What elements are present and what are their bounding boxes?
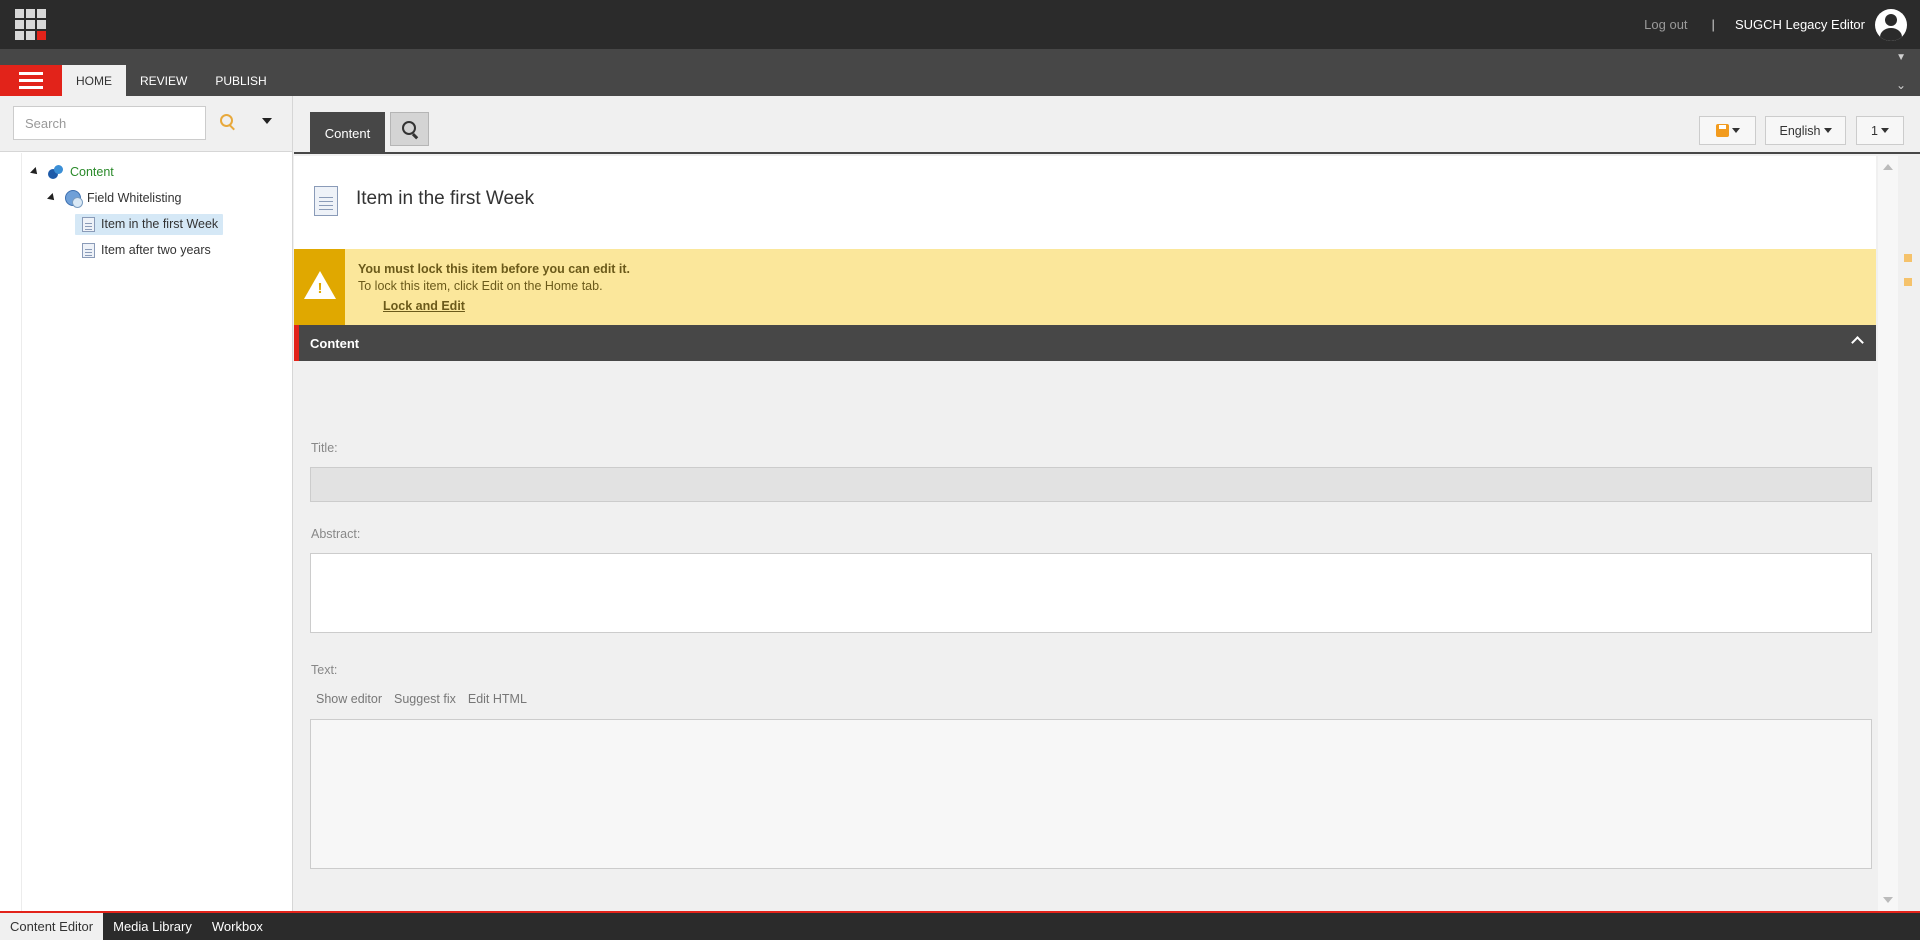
save-dropdown-button[interactable] (1699, 116, 1756, 145)
validation-marker[interactable] (1904, 278, 1912, 286)
warning-title: You must lock this item before you can e… (358, 262, 631, 276)
tree-item-field-whitelisting[interactable]: Field Whitelisting (47, 187, 181, 209)
ribbon-tabs: HOME REVIEW PUBLISH (62, 65, 281, 96)
chevron-down-icon (1823, 128, 1832, 133)
chevron-down-icon (1731, 128, 1740, 133)
user-area: Log out | SUGCH Legacy Editor (1644, 0, 1920, 49)
tree-item-label[interactable]: Field Whitelisting (87, 191, 181, 205)
tree-item-label[interactable]: Item after two years (101, 243, 211, 257)
chevron-down-icon (1880, 128, 1889, 133)
ribbon-collapse-icon[interactable]: ▼ (1896, 52, 1906, 63)
username[interactable]: SUGCH Legacy Editor (1735, 17, 1865, 32)
tree-item-first-week[interactable]: Item in the first Week (75, 213, 224, 235)
content-section-header[interactable]: Content (294, 325, 1876, 361)
tree-item-two-years[interactable]: Item after two years (80, 239, 211, 261)
search-options-dropdown-icon[interactable] (262, 118, 272, 124)
search-tab-icon[interactable] (390, 112, 429, 146)
title-field[interactable] (310, 467, 1872, 502)
scroll-up-icon[interactable] (1883, 164, 1893, 170)
ribbon-tab-publish[interactable]: PUBLISH (201, 65, 280, 96)
warning-subtitle: To lock this item, click Edit on the Hom… (358, 279, 603, 293)
avatar-icon[interactable] (1875, 8, 1907, 41)
menu-hamburger-icon[interactable] (0, 65, 62, 96)
edit-html-link[interactable]: Edit HTML (468, 692, 527, 706)
ribbon: HOME REVIEW PUBLISH ▼ ⌄ (0, 49, 1920, 96)
warning-sidebar: ! (294, 249, 345, 325)
tab-media-library[interactable]: Media Library (103, 913, 202, 940)
tree-item-content[interactable]: Content (30, 161, 114, 183)
lock-and-edit-link[interactable]: Lock and Edit (383, 299, 465, 313)
tree-expand-icon[interactable] (30, 167, 40, 177)
application-tabs-bar: Content Editor Media Library Workbox (0, 911, 1920, 940)
text-field-actions: Show editor Suggest fix Edit HTML (316, 692, 527, 706)
tree-expand-icon[interactable] (47, 193, 57, 203)
document-icon (314, 186, 338, 216)
logout-link[interactable]: Log out (1644, 17, 1687, 32)
show-editor-link[interactable]: Show editor (316, 692, 382, 706)
tab-workbox[interactable]: Workbox (202, 913, 273, 940)
editor-scrollbar[interactable] (1878, 156, 1898, 911)
item-editor: Item in the first Week ! You must lock t… (294, 156, 1876, 911)
separator: | (1711, 17, 1715, 32)
suggest-fix-link[interactable]: Suggest fix (394, 692, 456, 706)
language-dropdown[interactable]: English (1765, 116, 1846, 145)
text-field[interactable] (310, 719, 1872, 869)
validation-marker[interactable] (1904, 254, 1912, 262)
content-icon (48, 164, 64, 180)
version-label: 1 (1871, 123, 1878, 138)
tree-item-label[interactable]: Content (70, 165, 114, 179)
document-icon (82, 216, 95, 232)
abstract-field-label: Abstract: (311, 527, 361, 541)
tree-gutter (0, 153, 22, 911)
top-bar: Log out | SUGCH Legacy Editor (0, 0, 1920, 49)
title-field-label: Title: (311, 441, 338, 455)
ribbon-expand-chevron-icon[interactable]: ⌄ (1896, 78, 1906, 92)
item-title: Item in the first Week (356, 188, 535, 209)
language-label: English (1779, 123, 1821, 138)
section-title: Content (310, 336, 360, 351)
search-icon[interactable] (218, 113, 238, 133)
globe-icon (65, 190, 83, 208)
save-icon (1715, 124, 1729, 137)
launchpad-grid-icon[interactable] (15, 9, 48, 41)
tab-content-editor[interactable]: Content Editor (0, 913, 104, 940)
document-icon (82, 242, 95, 258)
lock-warning-banner: ! You must lock this item before you can… (294, 249, 1876, 325)
validator-bar (1898, 156, 1920, 911)
chevron-up-icon[interactable] (1851, 336, 1864, 349)
abstract-field[interactable] (310, 553, 1872, 633)
ribbon-tab-review[interactable]: REVIEW (126, 65, 201, 96)
tab-content[interactable]: Content (310, 112, 385, 154)
tree-search-input[interactable] (13, 106, 206, 140)
version-dropdown[interactable]: 1 (1856, 116, 1904, 145)
content-tree-panel: Content Field Whitelisting Item in the f… (0, 96, 293, 911)
tree-search-area (0, 96, 292, 152)
ribbon-tab-home[interactable]: HOME (62, 65, 126, 96)
item-header: Item in the first Week (294, 156, 1876, 249)
scroll-down-icon[interactable] (1883, 897, 1893, 903)
tree-item-label[interactable]: Item in the first Week (101, 217, 218, 231)
main-editor-area: Content English 1 Item in the first Week… (294, 96, 1920, 911)
editor-tab-bar: Content English 1 (294, 96, 1920, 154)
text-field-label: Text: (311, 663, 338, 677)
